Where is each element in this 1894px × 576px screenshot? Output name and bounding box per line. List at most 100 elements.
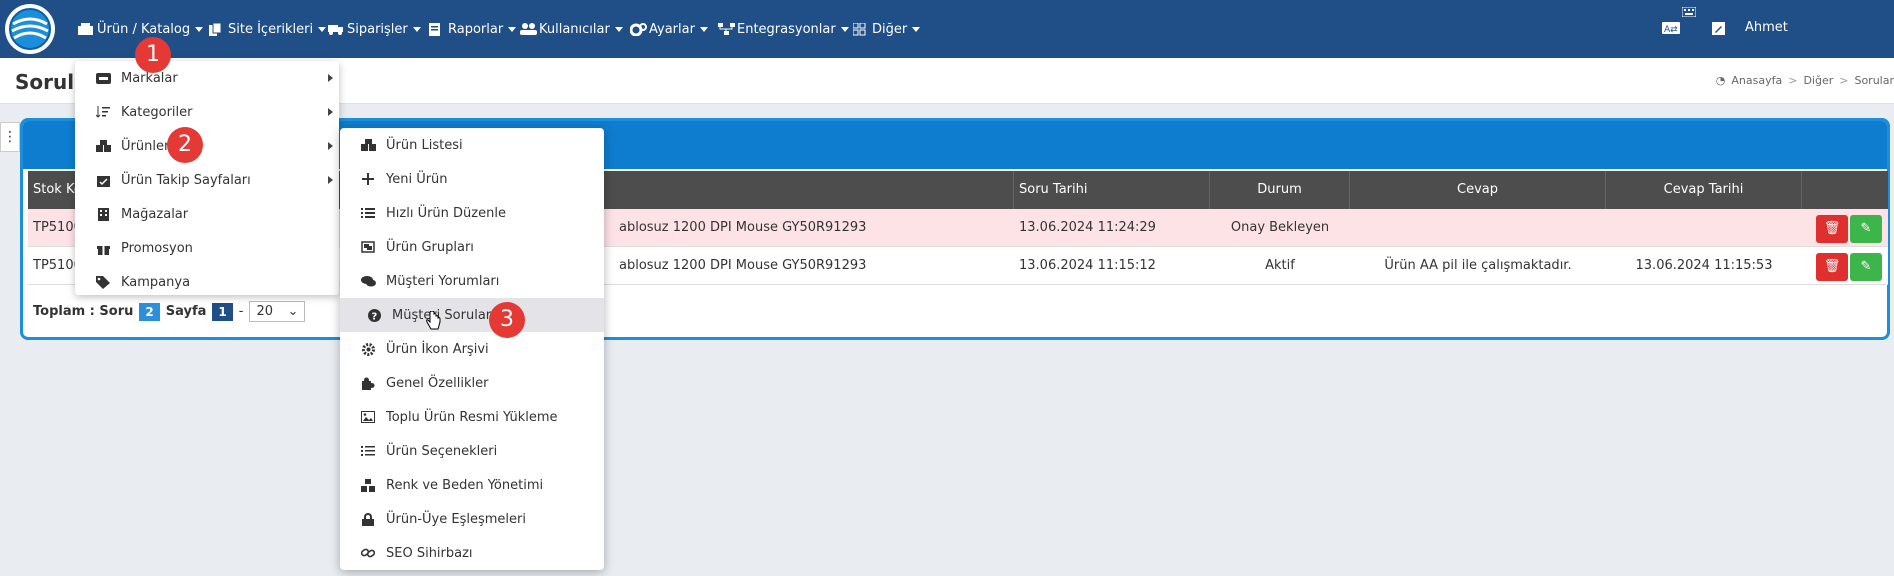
menu-item-kampanya[interactable]: Kampanya <box>75 265 339 299</box>
menu-item-label: Ürün Seçenekleri <box>386 443 498 459</box>
copy-icon <box>209 22 224 36</box>
menu-item-label: Yeni Ürün <box>386 171 448 187</box>
products-submenu: Ürün Listesi Yeni Ürün Hızlı Ürün Düzenl… <box>340 128 604 570</box>
nav-site-icerikleri[interactable]: Site İçerikleri <box>209 20 327 38</box>
lock-icon <box>360 512 376 526</box>
menu-item-magazalar[interactable]: Mağazalar <box>75 197 339 231</box>
page-separator: - <box>238 304 244 319</box>
calendar-check-icon <box>95 173 111 187</box>
menu-item-label: Toplu Ürün Resmi Yükleme <box>386 409 558 425</box>
nav-entegrasyonlar[interactable]: Entegrasyonlar <box>718 20 849 38</box>
menu-item-label: Ürün Listesi <box>386 137 463 153</box>
page-size-select[interactable]: 20 ⌄ <box>249 301 306 322</box>
cell-soru-tarihi: 13.06.2024 11:15:12 <box>1019 258 1156 273</box>
caret-right-icon <box>328 74 333 82</box>
th-cevap-tarihi[interactable]: Cevap Tarihi <box>1606 171 1802 209</box>
menu-item-markalar[interactable]: Markalar <box>75 61 339 95</box>
menu-item-renk-ve-beden-yonetimi[interactable]: Renk ve Beden Yönetimi <box>340 468 604 502</box>
cell-cevap-tarihi: 13.06.2024 11:15:53 <box>1635 258 1773 273</box>
menu-item-musteri-sorulari[interactable]: ? Müşteri Soruları <box>340 298 604 332</box>
menu-item-urun-listesi[interactable]: Ürün Listesi <box>340 128 604 162</box>
brand-logo[interactable] <box>5 4 55 54</box>
menu-item-toplu-urun-resmi-yukleme[interactable]: Toplu Ürün Resmi Yükleme <box>340 400 604 434</box>
caret-down-icon <box>699 26 708 32</box>
caret-down-icon <box>318 26 327 32</box>
keyboard-icon[interactable] <box>1681 6 1697 21</box>
tags-icon <box>95 275 111 289</box>
cubes-icon <box>95 139 111 153</box>
menu-item-seo-sihirbazi[interactable]: SEO Sihirbazı <box>340 536 604 570</box>
chevron-down-icon: ⌄ <box>287 304 299 319</box>
menu-item-label: Genel Özellikler <box>386 375 489 391</box>
delete-button[interactable]: 🗑 <box>1816 253 1848 281</box>
nav-diger[interactable]: Diğer <box>852 20 921 38</box>
catalog-dropdown-menu: Markalar Kategoriler Ürünler Ürün Takip … <box>75 61 339 295</box>
nav-siparisler[interactable]: Siparişler <box>328 20 421 38</box>
menu-item-urun-secenekleri[interactable]: Ürün Seçenekleri <box>340 434 604 468</box>
menu-item-kategoriler[interactable]: Kategoriler <box>75 95 339 129</box>
edit-profile-icon[interactable] <box>1712 22 1725 39</box>
grid-icon <box>852 22 868 36</box>
step-marker-2: 2 <box>167 127 203 163</box>
breadcrumb-diger[interactable]: Diğer <box>1803 74 1833 87</box>
caret-down-icon <box>195 26 204 32</box>
menu-item-urun-uye-eslesmeleri[interactable]: Ürün-Üye Eşleşmeleri <box>340 502 604 536</box>
cell-soru-tarihi: 13.06.2024 11:24:29 <box>1019 220 1156 235</box>
list-ol-icon <box>360 444 376 458</box>
nav-raporlar[interactable]: Raporlar <box>429 20 517 38</box>
cell-cevap-tarihi <box>1606 209 1802 247</box>
sort-list-icon <box>95 105 111 119</box>
breadcrumb-home[interactable]: Anasayfa <box>1731 74 1782 87</box>
cell-urun: ablosuz 1200 DPI Mouse GY50R91293 <box>619 258 867 273</box>
delete-button[interactable]: 🗑 <box>1816 215 1848 243</box>
menu-item-urun-takip-sayfalari[interactable]: Ürün Takip Sayfaları <box>75 163 339 197</box>
menu-item-label: Hızlı Ürün Düzenle <box>386 205 506 221</box>
caret-down-icon <box>412 26 421 32</box>
id-card-icon <box>95 71 111 85</box>
nav-label: Ürün / Katalog <box>97 21 191 37</box>
pencil-icon: ✎ <box>1860 221 1872 236</box>
menu-item-musteri-yorumlari[interactable]: Müşteri Yorumları <box>340 264 604 298</box>
menu-item-label: Mağazalar <box>121 206 189 222</box>
nav-kullanicilar[interactable]: Kullanıcılar <box>520 20 623 38</box>
cog-icon <box>360 342 376 356</box>
cell-durum: Onay Bekleyen <box>1230 220 1330 235</box>
menu-item-urunler[interactable]: Ürünler <box>75 129 339 163</box>
menu-item-label: Ürün İkon Arşivi <box>386 341 489 357</box>
menu-item-urun-gruplari[interactable]: Ürün Grupları <box>340 230 604 264</box>
trash-icon: 🗑 <box>1823 221 1841 236</box>
nav-urun-katalog[interactable]: Ürün / Katalog <box>78 20 204 38</box>
menu-item-yeni-urun[interactable]: Yeni Ürün <box>340 162 604 196</box>
translate-icon[interactable]: A⇄ <box>1662 22 1680 38</box>
menu-item-urun-ikon-arsivi[interactable]: Ürün İkon Arşivi <box>340 332 604 366</box>
nav-label: Raporlar <box>448 21 504 37</box>
th-soru-tarihi[interactable]: Soru Tarihi <box>1014 171 1210 209</box>
truck-icon <box>328 23 343 35</box>
menu-item-label: Müşteri Soruları <box>392 307 495 323</box>
page-number-button[interactable]: 1 <box>212 302 233 321</box>
boxes-icon <box>78 23 93 35</box>
cell-cevap <box>1350 209 1606 247</box>
cell-cevap: Ürün AA pil ile çalışmaktadır. <box>1384 258 1572 273</box>
menu-item-label: Ürün Grupları <box>386 239 474 255</box>
nav-label: Ayarlar <box>649 21 695 37</box>
edit-button[interactable]: ✎ <box>1850 215 1882 243</box>
question-circle-icon: ? <box>366 308 382 322</box>
breadcrumb-current: Sorular <box>1854 74 1894 87</box>
th-cevap[interactable]: Cevap <box>1350 171 1606 209</box>
menu-item-genel-ozellikler[interactable]: Genel Özellikler <box>340 366 604 400</box>
nav-ayarlar[interactable]: Ayarlar <box>629 20 708 38</box>
nav-label: Diğer <box>872 21 908 37</box>
edit-button[interactable]: ✎ <box>1850 253 1882 281</box>
user-name[interactable]: Ahmet <box>1745 20 1788 35</box>
th-durum[interactable]: Durum <box>1210 171 1350 209</box>
step-marker-1: 1 <box>135 37 171 73</box>
menu-item-label: Ürün-Üye Eşleşmeleri <box>386 511 526 527</box>
menu-item-promosyon[interactable]: Promosyon <box>75 231 339 265</box>
menu-item-hizli-urun-duzenle[interactable]: Hızlı Ürün Düzenle <box>340 196 604 230</box>
trash-icon: 🗑 <box>1823 259 1841 274</box>
page-label: Sayfa <box>165 304 207 319</box>
link-icon <box>360 546 376 560</box>
sidebar-toggle-button[interactable]: ⋮ <box>0 122 20 152</box>
pencil-icon: ✎ <box>1860 259 1872 274</box>
